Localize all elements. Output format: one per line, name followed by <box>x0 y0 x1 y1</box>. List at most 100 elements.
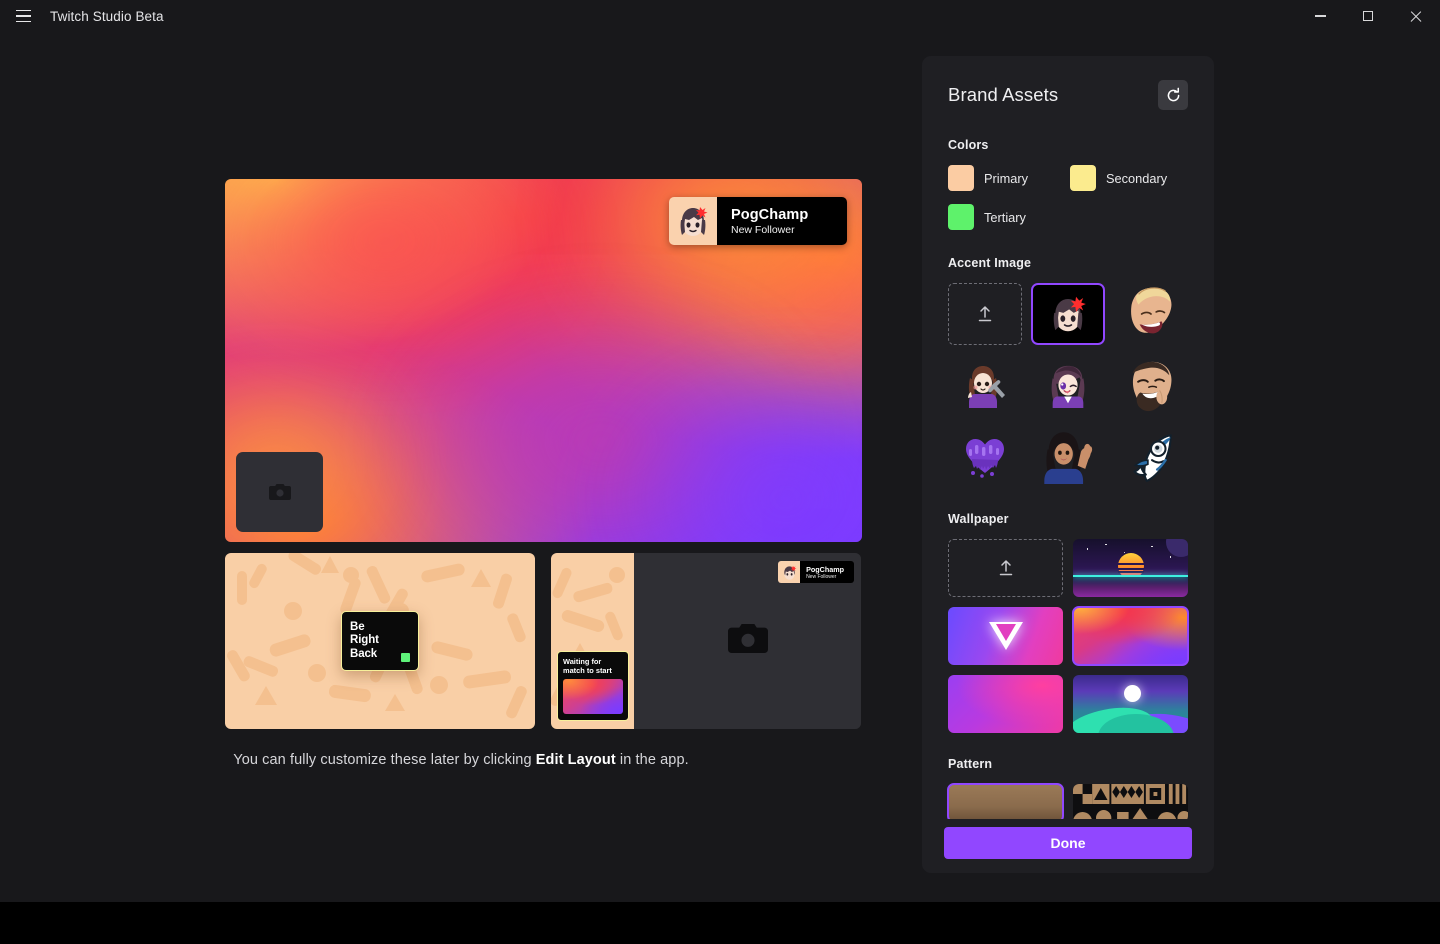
sea-shape <box>1073 576 1188 597</box>
done-button[interactable]: Done <box>944 827 1192 859</box>
winking-anime-girl-emote <box>1051 365 1085 408</box>
brb-status-indicator <box>401 653 410 662</box>
moon-shape <box>1123 685 1141 703</box>
accent-option-waving-woman[interactable] <box>1031 425 1105 487</box>
accent-option-anime-girl-wrench[interactable] <box>948 354 1022 416</box>
waiting-line-2: match to start <box>563 665 612 675</box>
refresh-icon <box>1167 87 1179 101</box>
mini-follower-alert: PogChamp New Follower <box>778 561 854 583</box>
waiting-card: Waiting for match to start <box>557 650 629 721</box>
preview-stage: PogChamp New Follower Be Right Back Wait… <box>0 32 922 902</box>
wallpaper-option-pink-purple-blob[interactable] <box>948 675 1063 733</box>
customize-hint: You can fully customize these later by c… <box>0 752 922 768</box>
colors-section-label: Colors <box>948 138 989 152</box>
accent-option-fish[interactable] <box>1114 425 1188 487</box>
scene-main-area: PogChamp New Follower <box>634 553 861 729</box>
alert-text: PogChamp New Follower <box>717 197 847 245</box>
camera-placeholder[interactable] <box>236 452 323 532</box>
alert-avatar <box>669 197 717 245</box>
color-swatch-secondary[interactable]: Secondary <box>1070 165 1188 191</box>
colors-grid: Primary Secondary Tertiary <box>948 165 1188 230</box>
triangle-shape <box>988 622 1023 650</box>
laughing-man-emote <box>1131 287 1172 334</box>
angry-anime-girl-emote <box>680 207 708 236</box>
done-button-container: Done <box>944 819 1192 859</box>
fish-emote <box>1133 434 1172 482</box>
title-bar: Twitch Studio Beta <box>0 0 1440 32</box>
alert-subtitle: New Follower <box>731 223 795 236</box>
anime-girl-wrench-emote <box>968 366 1005 408</box>
wallpaper-option-glowing-triangle[interactable] <box>948 607 1063 665</box>
primary-label: Primary <box>984 170 1029 186</box>
mini-alert-avatar <box>778 561 801 583</box>
minimize-icon <box>1314 15 1326 17</box>
brb-scene-thumbnail[interactable]: Be Right Back <box>225 553 535 729</box>
brb-line-1: Be <box>350 620 365 633</box>
pattern-grid <box>947 783 1188 823</box>
camera-icon <box>727 623 768 654</box>
wallpaper-option-teal-dunes-moon[interactable] <box>1073 675 1188 733</box>
app-title: Twitch Studio Beta <box>50 8 164 24</box>
hint-edit-layout: Edit Layout <box>535 752 616 768</box>
scene-thumbnail-row: Be Right Back Waiting for match to start… <box>225 553 861 729</box>
alert-username: PogChamp <box>731 206 809 223</box>
minimize-button[interactable] <box>1296 0 1344 32</box>
brand-assets-panel: Brand Assets Colors Primary Secondary Te <box>922 56 1214 873</box>
accent-option-melting-purple-heart[interactable] <box>948 425 1022 487</box>
brb-line-2: Right <box>350 634 379 647</box>
waving-woman-emote <box>1044 432 1093 484</box>
tertiary-label: Tertiary <box>984 209 1026 225</box>
camera-icon <box>268 484 291 500</box>
wallpaper-section-label: Wallpaper <box>948 512 1009 526</box>
secondary-swatch <box>1070 165 1096 191</box>
pattern-section-label: Pattern <box>948 757 993 771</box>
scene-sidebar: Waiting for match to start <box>551 553 634 729</box>
waiting-card-image <box>563 679 623 714</box>
panel-header: Brand Assets <box>948 80 1188 110</box>
bearded-man-laughing-emote <box>1132 361 1172 412</box>
refresh-button[interactable] <box>1158 80 1188 110</box>
planet-shape <box>1166 539 1188 557</box>
mini-alert-subtitle: New Follower <box>806 573 837 580</box>
horizon-line <box>1073 574 1188 578</box>
upload-icon <box>978 306 992 322</box>
wallpaper-upload-button[interactable] <box>948 539 1063 597</box>
brb-card: Be Right Back <box>341 611 419 671</box>
hint-text-after: in the app. <box>615 752 689 768</box>
upload-icon <box>999 560 1012 576</box>
main-layout-preview[interactable]: PogChamp New Follower <box>225 179 862 542</box>
angry-anime-girl-emote <box>1053 296 1086 332</box>
mini-alert-username: PogChamp <box>806 564 844 574</box>
secondary-label: Secondary <box>1106 170 1168 186</box>
follower-alert-overlay: PogChamp New Follower <box>669 197 847 245</box>
accent-image-grid <box>948 283 1188 487</box>
close-button[interactable] <box>1392 0 1440 32</box>
accent-option-angry-anime-girl[interactable] <box>1031 283 1105 345</box>
accent-upload-button[interactable] <box>948 283 1022 345</box>
accent-option-bearded-man-laughing[interactable] <box>1114 354 1188 416</box>
pattern-option-geometric-shapes[interactable] <box>1073 784 1188 822</box>
panel-title: Brand Assets <box>948 84 1059 105</box>
wallpaper-option-retro-sunset[interactable] <box>1073 539 1188 597</box>
accent-image-section-label: Accent Image <box>948 256 1032 270</box>
scene-camera-placeholder <box>727 622 768 660</box>
melting-purple-heart-emote <box>966 439 1004 478</box>
wallpaper-option-orange-purple-waves[interactable] <box>1072 606 1189 666</box>
maximize-button[interactable] <box>1344 0 1392 32</box>
mini-alert-text: PogChamp New Follower <box>800 561 854 583</box>
bottom-bar <box>0 902 1440 944</box>
window-controls <box>1296 0 1440 32</box>
hint-text-before: You can fully customize these later by c… <box>233 752 536 768</box>
pattern-option-tan-gradient[interactable] <box>947 783 1064 823</box>
close-icon <box>1410 10 1422 22</box>
match-scene-thumbnail[interactable]: Waiting for match to start PogChamp New … <box>551 553 861 729</box>
color-swatch-tertiary[interactable]: Tertiary <box>948 204 1066 230</box>
angry-anime-girl-emote <box>783 565 796 580</box>
app-window: Twitch Studio Beta PogChamp New Follower… <box>0 0 1440 944</box>
wallpaper-grid <box>948 539 1189 733</box>
accent-option-laughing-man[interactable] <box>1114 283 1188 345</box>
tertiary-swatch <box>948 204 974 230</box>
hamburger-menu-icon[interactable] <box>0 0 46 32</box>
color-swatch-primary[interactable]: Primary <box>948 165 1066 191</box>
accent-option-winking-anime-girl[interactable] <box>1031 354 1105 416</box>
